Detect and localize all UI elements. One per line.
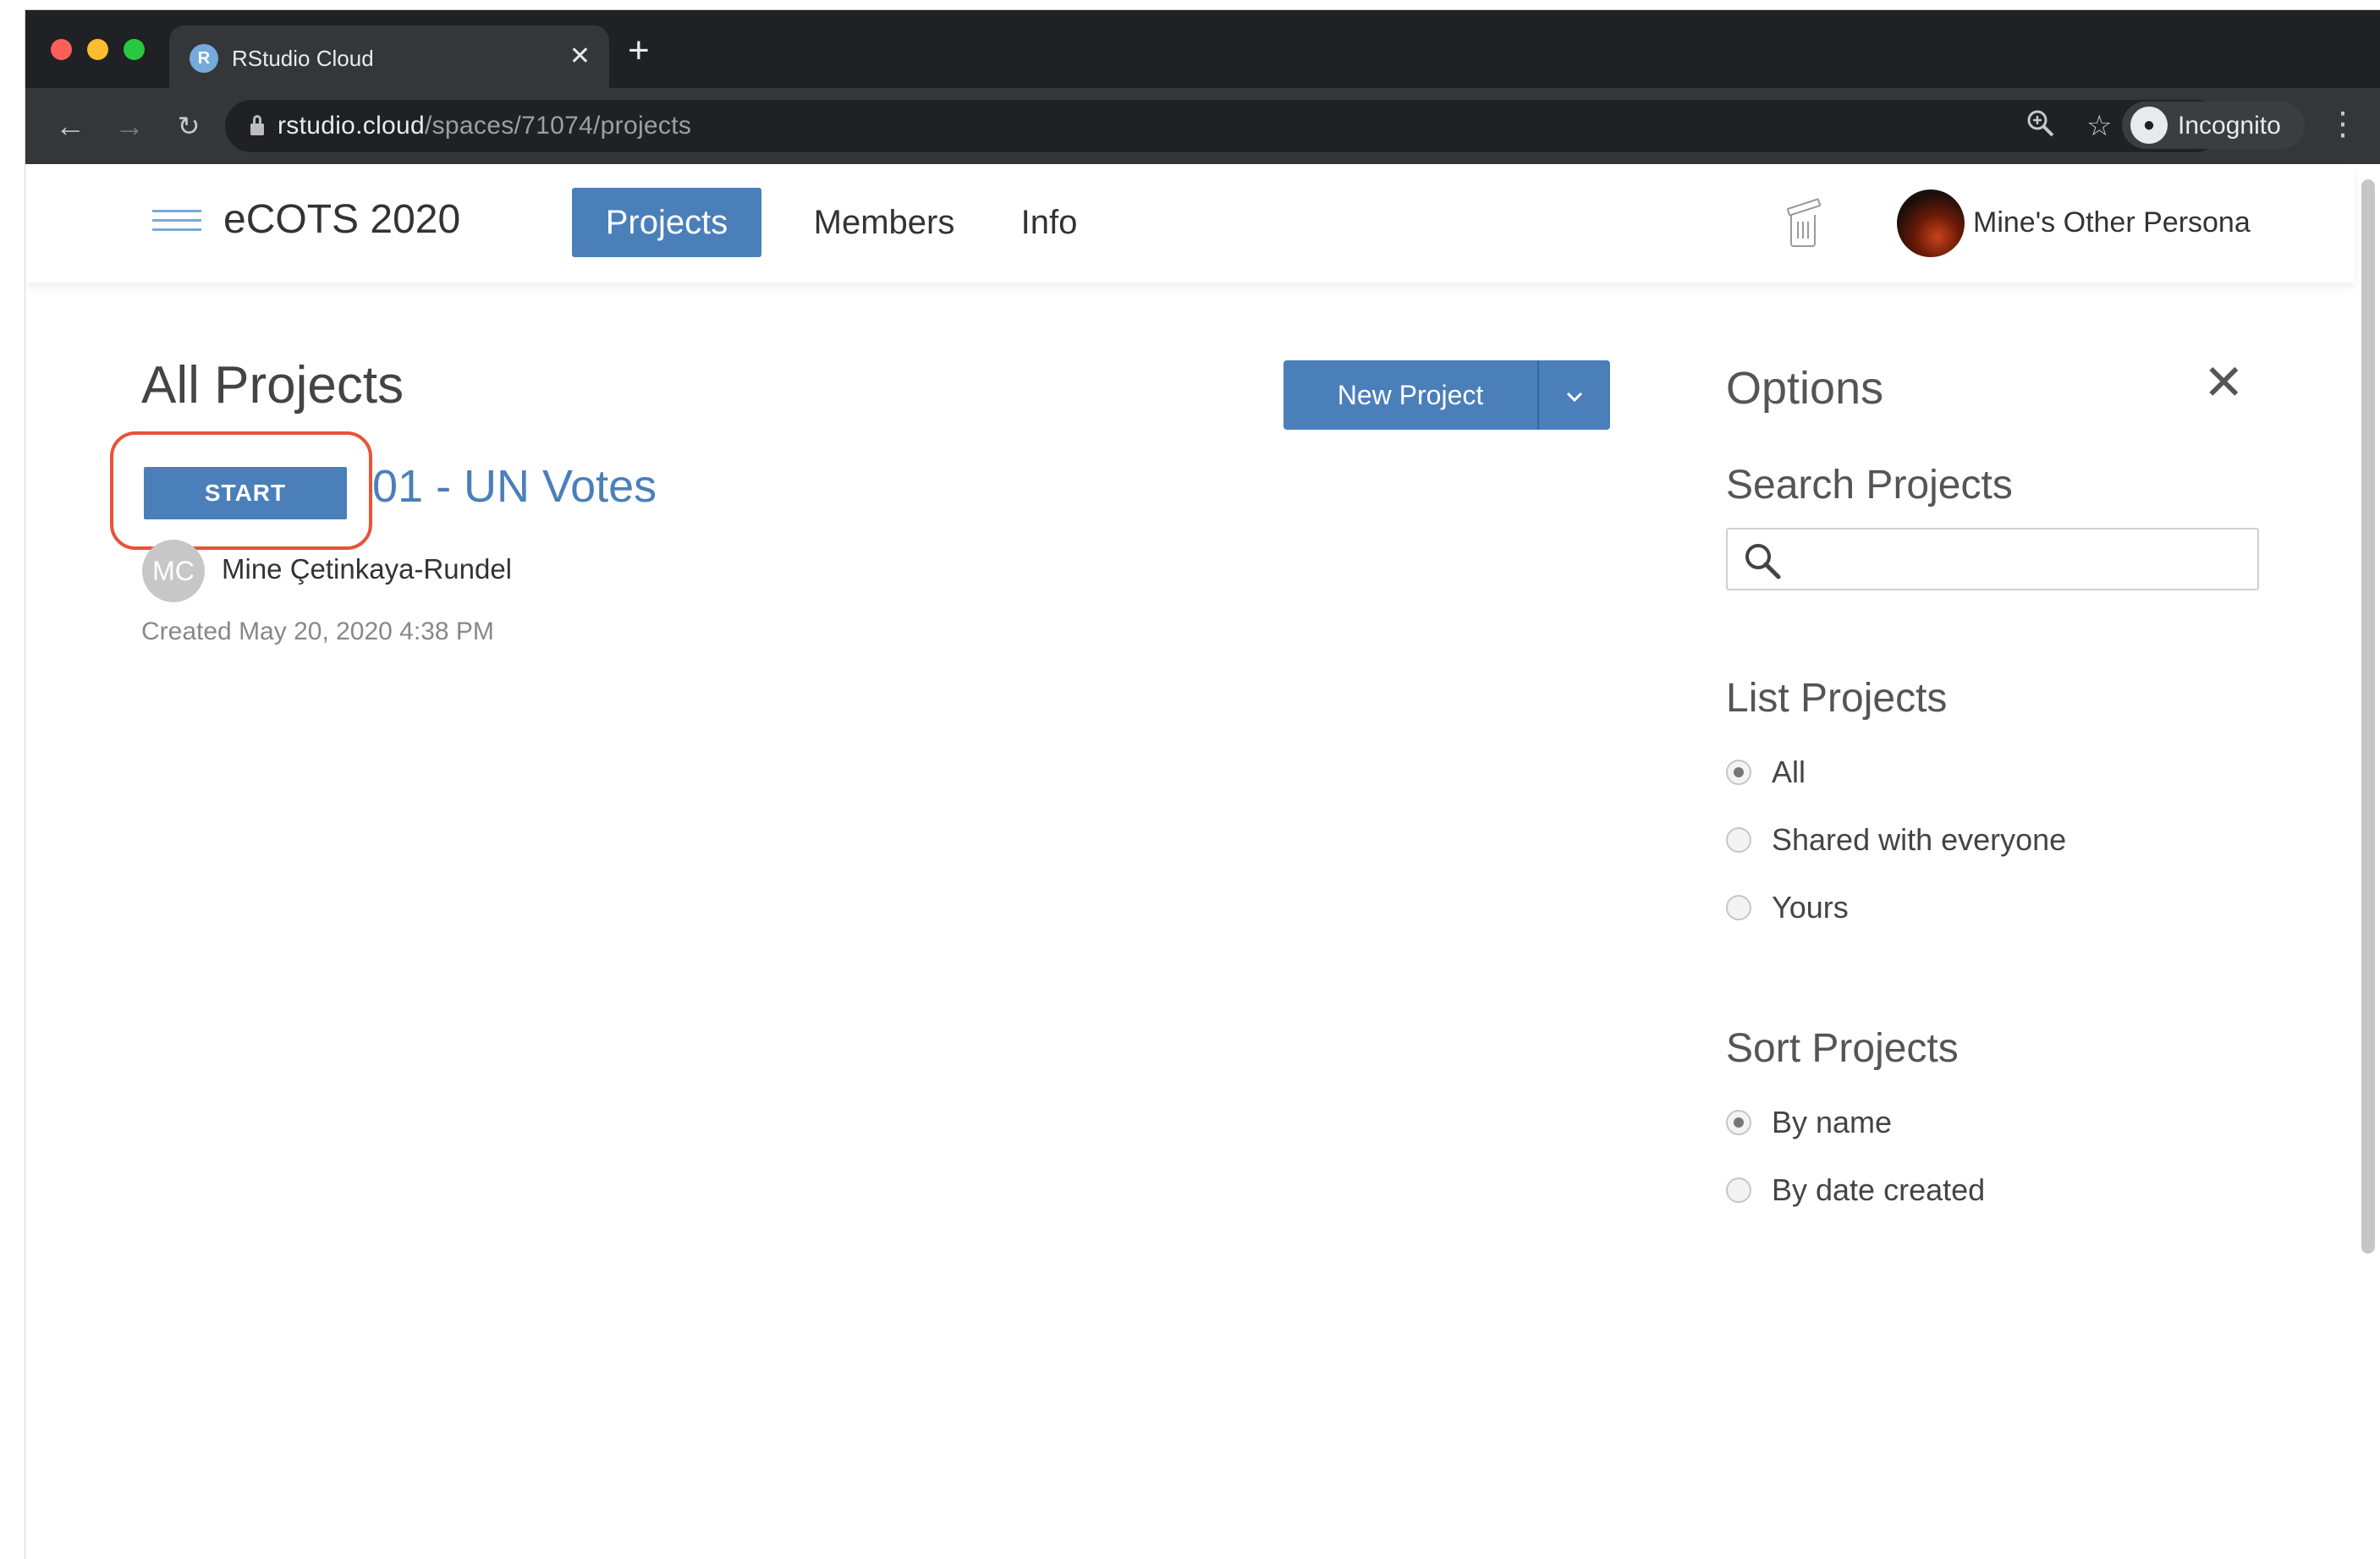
url-text: rstudio.cloud/spaces/71074/projects: [278, 112, 691, 140]
url-host: rstudio.cloud: [278, 112, 425, 140]
search-icon: [1741, 540, 1784, 582]
menu-icon[interactable]: ⋮: [2327, 105, 2359, 144]
scrollbar[interactable]: [2361, 179, 2375, 1254]
radio-label: By name: [1772, 1105, 1893, 1139]
radio-button[interactable]: [1726, 895, 1751, 920]
reload-icon[interactable]: ↻: [169, 107, 208, 145]
new-project-button[interactable]: New Project: [1283, 360, 1537, 430]
sort-option-name[interactable]: By name: [1726, 1101, 1892, 1144]
sort-option-date[interactable]: By date created: [1726, 1169, 1985, 1211]
search-input[interactable]: [1792, 538, 2252, 582]
list-projects-label: List Projects: [1726, 676, 1948, 721]
new-tab-plus-icon[interactable]: +: [628, 32, 650, 69]
lock-icon: [250, 115, 264, 135]
trash-icon[interactable]: [1785, 198, 1822, 249]
avatar[interactable]: [1897, 189, 1965, 257]
tab-members[interactable]: Members: [795, 188, 973, 257]
radio-button[interactable]: [1726, 827, 1751, 853]
main-content: All Projects New Project START 01 - UN V…: [25, 283, 2355, 1559]
address-bar[interactable]: rstudio.cloud/spaces/71074/projects ☆: [225, 100, 2222, 152]
tab-projects[interactable]: Projects: [572, 188, 761, 257]
forward-icon[interactable]: →: [110, 107, 149, 145]
user-name[interactable]: Mine's Other Persona: [1973, 206, 2251, 239]
options-title: Options: [1726, 363, 1884, 414]
new-project-button-group: New Project: [1283, 360, 1610, 430]
maximize-window-button[interactable]: [124, 39, 145, 60]
space-title: eCOTS 2020: [223, 197, 461, 242]
list-option-yours[interactable]: Yours: [1726, 887, 1849, 929]
app-header: eCOTS 2020 Projects Members Info Mine's …: [25, 164, 2355, 283]
project-owner: Mine Çetinkaya-Rundel: [222, 553, 513, 585]
minimize-window-button[interactable]: [87, 39, 108, 60]
url-path: /spaces/71074/projects: [425, 112, 692, 140]
radio-button[interactable]: [1726, 1110, 1751, 1135]
page-title: All Projects: [141, 356, 404, 414]
close-tab-icon[interactable]: ✕: [569, 42, 591, 71]
incognito-label: Incognito: [2178, 112, 2281, 140]
owner-avatar: MC: [142, 540, 205, 602]
list-option-all[interactable]: All: [1726, 751, 1806, 793]
zoom-icon[interactable]: [2025, 108, 2056, 147]
incognito-badge[interactable]: ● Incognito: [2122, 102, 2305, 149]
browser-toolbar: ← → ↻ rstudio.cloud/spaces/71074/project…: [25, 88, 2380, 164]
project-name-link[interactable]: 01 - UN Votes: [372, 460, 657, 513]
close-window-button[interactable]: [51, 39, 72, 60]
radio-label: By date created: [1772, 1172, 1986, 1207]
radio-button[interactable]: [1726, 1177, 1751, 1203]
radio-label: Shared with everyone: [1772, 822, 2067, 857]
radio-label: All: [1772, 755, 1806, 789]
star-icon[interactable]: ☆: [2086, 108, 2112, 144]
radio-button[interactable]: [1726, 760, 1751, 785]
chevron-down-icon[interactable]: [1539, 360, 1610, 430]
browser-titlebar: R RStudio Cloud ✕ +: [25, 10, 2380, 90]
radio-label: Yours: [1772, 890, 1849, 925]
list-option-shared[interactable]: Shared with everyone: [1726, 819, 2066, 861]
hamburger-menu-icon[interactable]: [152, 210, 201, 235]
browser-tab[interactable]: R RStudio Cloud ✕: [169, 25, 609, 90]
browser-window: R RStudio Cloud ✕ + ← → ↻ rstudio.cloud/…: [25, 10, 2380, 1559]
sort-projects-label: Sort Projects: [1726, 1026, 1959, 1071]
back-icon[interactable]: ←: [51, 107, 90, 145]
tab-title: RStudio Cloud: [232, 46, 374, 71]
tab-info[interactable]: Info: [998, 188, 1100, 257]
search-projects-label: Search Projects: [1726, 463, 2013, 508]
incognito-icon: ●: [2130, 107, 2168, 144]
close-icon[interactable]: ✕: [2203, 354, 2245, 413]
project-created-date: Created May 20, 2020 4:38 PM: [141, 618, 494, 645]
rstudio-favicon-icon: R: [190, 44, 218, 73]
highlight-annotation: [110, 431, 372, 550]
search-box[interactable]: [1726, 528, 2259, 590]
